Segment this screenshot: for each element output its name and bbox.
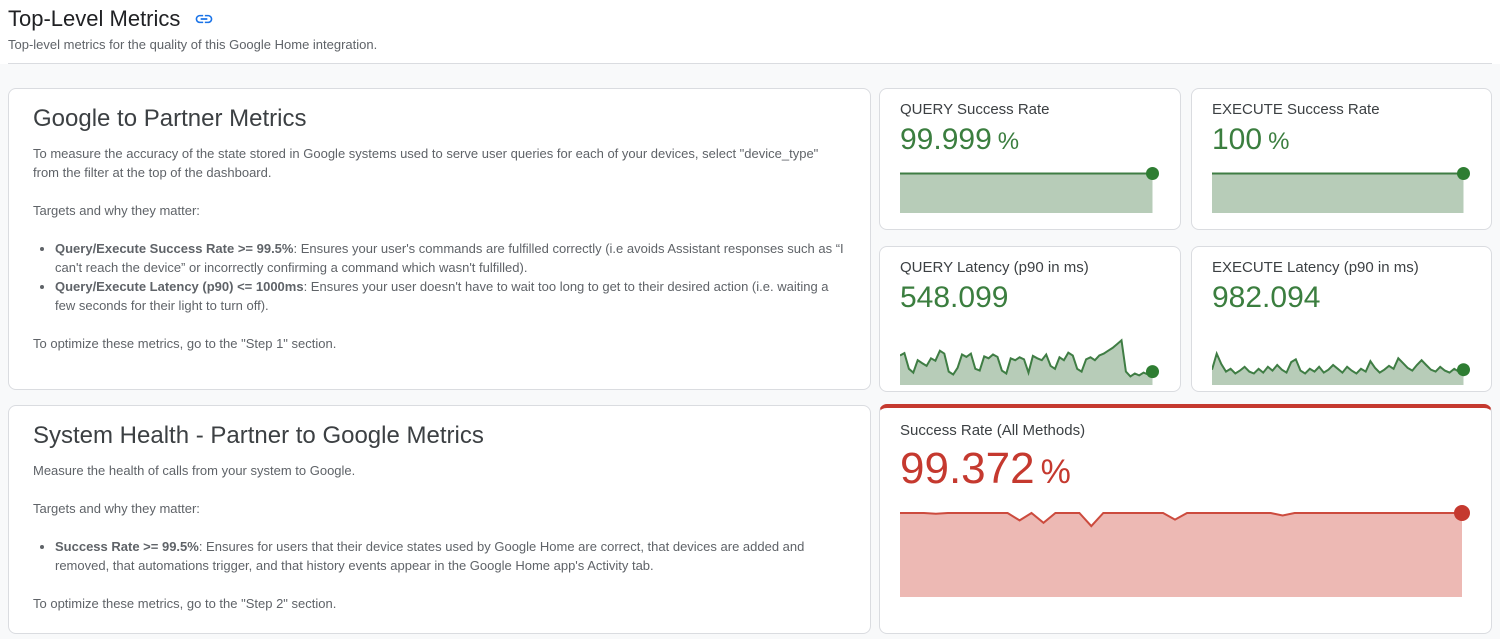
metric-label: EXECUTE Success Rate [1212,101,1471,118]
target-item: Query/Execute Success Rate >= 99.5%: Ens… [55,239,846,277]
sparkline-chart [900,329,1160,385]
metric-card-success-rate-all-methods: Success Rate (All Methods) 99.372 % [879,404,1492,634]
metric-unit: % [1268,128,1289,156]
target-item: Success Rate >= 99.5%: Ensures for users… [55,537,846,575]
metric-value: 548.099 [900,281,1008,315]
card-intro: Measure the health of calls from your sy… [33,461,846,480]
metric-label: QUERY Success Rate [900,101,1160,118]
card-intro: To measure the accuracy of the state sto… [33,144,846,182]
metric-unit: % [998,128,1019,156]
metric-value-row: 548.099 [900,281,1160,315]
left-column: Google to Partner Metrics To measure the… [8,88,871,634]
targets-label: Targets and why they matter: [33,499,846,518]
metric-value-row: 99.372 % [900,444,1471,494]
card-footer: To optimize these metrics, go to the "St… [33,594,846,613]
metric-value-row: 100 % [1212,123,1471,157]
metric-value-row: 99.999 % [900,123,1160,157]
metric-card-query-latency: QUERY Latency (p90 in ms) 548.099 [879,246,1181,392]
metric-label: QUERY Latency (p90 in ms) [900,259,1160,276]
metric-grid: QUERY Success Rate 99.999 % EXECUTE Succ… [879,88,1492,392]
metric-value: 99.372 [900,444,1035,494]
sparkline-chart [1212,329,1471,385]
metric-unit: % [1041,453,1071,492]
metric-label: EXECUTE Latency (p90 in ms) [1212,259,1471,276]
card-system-health: System Health - Partner to Google Metric… [8,405,871,634]
link-icon[interactable] [194,9,214,29]
sparkline-chart [900,505,1471,597]
page-subtitle: Top-level metrics for the quality of thi… [8,37,1492,52]
metric-card-execute-latency: EXECUTE Latency (p90 in ms) 982.094 [1191,246,1492,392]
metric-value: 982.094 [1212,281,1320,315]
page-body: Google to Partner Metrics To measure the… [0,64,1500,639]
page-title: Top-Level Metrics [8,6,180,32]
card-google-to-partner-metrics: Google to Partner Metrics To measure the… [8,88,871,390]
page-header: Top-Level Metrics Top-level metrics for … [0,0,1500,64]
target-item: Query/Execute Latency (p90) <= 1000ms: E… [55,277,846,315]
targets-label: Targets and why they matter: [33,201,846,220]
page-title-row: Top-Level Metrics [8,6,1492,32]
card-title: System Health - Partner to Google Metric… [33,422,846,450]
metric-value: 100 [1212,123,1262,157]
targets-list: Query/Execute Success Rate >= 99.5%: Ens… [33,239,846,315]
card-footer: To optimize these metrics, go to the "St… [33,334,846,353]
card-title: Google to Partner Metrics [33,105,846,133]
right-column: QUERY Success Rate 99.999 % EXECUTE Succ… [879,88,1492,634]
targets-list: Success Rate >= 99.5%: Ensures for users… [33,537,846,575]
metric-card-execute-success-rate: EXECUTE Success Rate 100 % [1191,88,1492,230]
metric-value: 99.999 [900,123,992,157]
metric-value-row: 982.094 [1212,281,1471,315]
metric-card-query-success-rate: QUERY Success Rate 99.999 % [879,88,1181,230]
metric-label: Success Rate (All Methods) [900,422,1471,439]
sparkline-chart [900,167,1160,213]
sparkline-chart [1212,167,1471,213]
